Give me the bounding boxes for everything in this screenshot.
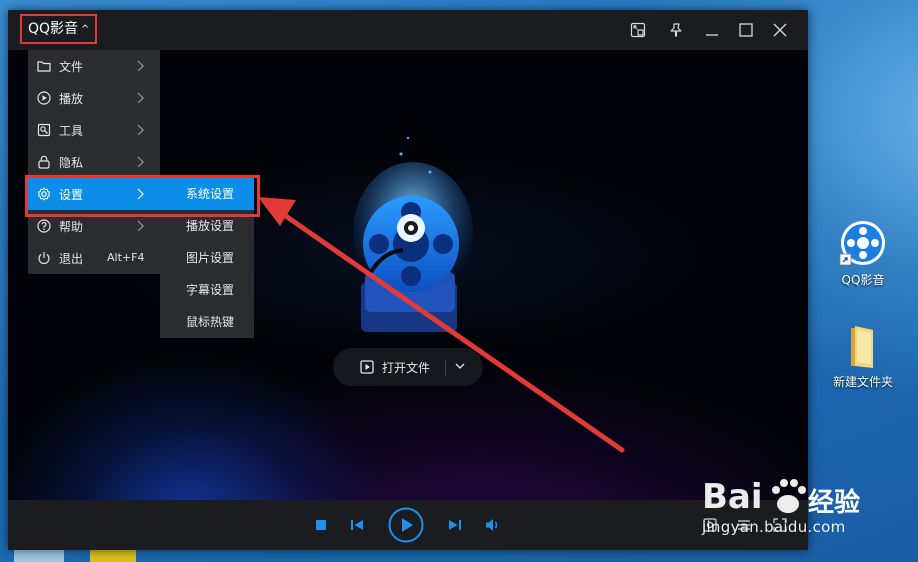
power-icon xyxy=(38,252,50,265)
screenshot-button[interactable] xyxy=(702,517,718,533)
mini-mode-button[interactable] xyxy=(626,18,650,42)
menu-item-help[interactable]: 帮助 xyxy=(28,210,160,242)
chevron-right-icon xyxy=(137,188,144,200)
caret-up-icon: ^ xyxy=(81,24,90,35)
fullscreen-icon xyxy=(773,518,787,532)
menu-item-privacy[interactable]: 隐私 xyxy=(28,146,160,178)
volume-button[interactable] xyxy=(484,516,502,534)
submenu-item-label: 图片设置 xyxy=(186,251,235,265)
chevron-right-icon xyxy=(137,60,144,72)
previous-button[interactable] xyxy=(348,516,366,534)
desktop-icon-qq-player[interactable]: QQ影音 xyxy=(826,218,900,288)
menu-item-label: 播放 xyxy=(59,92,84,106)
chevron-right-icon xyxy=(137,156,144,168)
pin-icon xyxy=(670,23,682,37)
pin-button[interactable] xyxy=(664,18,688,42)
control-bar xyxy=(8,500,808,550)
chevron-down-icon[interactable] xyxy=(455,362,465,370)
taskbar-item[interactable] xyxy=(14,548,64,562)
submenu-item-image-settings[interactable]: 图片设置 xyxy=(160,242,254,274)
menu-item-label: 工具 xyxy=(59,124,84,138)
main-menu: 文件 播放 工具 隐私 设置 帮助 退出 Alt+F4 xyxy=(28,50,160,274)
gear-icon xyxy=(37,187,51,201)
submenu-item-subtitle-settings[interactable]: 字幕设置 xyxy=(160,274,254,306)
divider xyxy=(445,360,446,376)
menu-item-file[interactable]: 文件 xyxy=(28,50,160,82)
desktop-icon-label: 新建文件夹 xyxy=(832,375,893,389)
shortcut-label: Alt+F4 xyxy=(107,251,145,264)
next-button[interactable] xyxy=(446,516,464,534)
screenshot-icon xyxy=(703,518,717,532)
menu-item-label: 帮助 xyxy=(59,220,84,234)
menu-item-label: 退出 xyxy=(59,252,84,266)
submenu-item-label: 字幕设置 xyxy=(186,283,235,297)
chevron-right-icon xyxy=(137,124,144,136)
close-icon xyxy=(773,23,787,37)
stop-button[interactable] xyxy=(312,516,330,534)
chevron-right-icon xyxy=(137,220,144,232)
menu-item-label: 隐私 xyxy=(59,156,84,170)
play-icon xyxy=(388,507,424,543)
next-icon xyxy=(449,520,461,530)
tools-icon xyxy=(37,123,51,137)
submenu-item-label: 播放设置 xyxy=(186,219,235,233)
maximize-button[interactable] xyxy=(734,18,758,42)
chevron-right-icon xyxy=(137,92,144,104)
menu-item-label: 设置 xyxy=(59,188,84,202)
help-icon xyxy=(37,219,51,233)
submenu-item-playback-settings[interactable]: 播放设置 xyxy=(160,210,254,242)
menu-item-label: 文件 xyxy=(59,60,84,74)
minimize-icon xyxy=(706,34,718,36)
maximize-icon xyxy=(739,23,753,37)
folder-icon xyxy=(851,326,873,368)
qq-player-shortcut-icon xyxy=(839,221,885,266)
submenu-item-label: 系统设置 xyxy=(186,187,235,201)
folder-icon xyxy=(37,61,51,72)
settings-submenu: 系统设置 播放设置 图片设置 字幕设置 鼠标热键 xyxy=(160,178,254,338)
title-bar: QQ影音 ^ xyxy=(8,10,808,50)
fullscreen-button[interactable] xyxy=(772,517,788,533)
open-file-label: 打开文件 xyxy=(382,361,431,375)
open-file-button[interactable]: 打开文件 xyxy=(333,348,483,386)
lock-icon xyxy=(38,155,50,169)
submenu-item-mouse-hotkeys[interactable]: 鼠标热键 xyxy=(160,306,254,338)
app-title: QQ影音 xyxy=(28,21,79,37)
play-circle-icon xyxy=(37,91,51,105)
submenu-item-system-settings[interactable]: 系统设置 xyxy=(160,178,254,210)
taskbar-item[interactable] xyxy=(90,548,136,562)
play-file-icon xyxy=(360,360,374,374)
previous-icon xyxy=(351,520,363,530)
volume-icon xyxy=(486,519,498,531)
menu-item-tools[interactable]: 工具 xyxy=(28,114,160,146)
submenu-item-label: 鼠标热键 xyxy=(186,315,235,329)
equalizer-icon xyxy=(738,520,750,530)
stop-icon xyxy=(316,520,326,530)
desktop-icon-new-folder[interactable]: 新建文件夹 xyxy=(826,324,900,390)
player-window: 打开文件 QQ影音 ^ 文件 播放 工具 隐私 设置 帮助 退出 Alt+F4 … xyxy=(8,10,808,550)
menu-item-exit[interactable]: 退出 Alt+F4 xyxy=(28,242,160,274)
play-button[interactable] xyxy=(388,507,424,543)
minimize-button[interactable] xyxy=(700,18,724,42)
menu-item-settings[interactable]: 设置 xyxy=(28,178,160,210)
equalizer-button[interactable] xyxy=(736,517,752,533)
app-menu-button[interactable]: QQ影音 ^ xyxy=(20,14,98,44)
menu-item-play[interactable]: 播放 xyxy=(28,82,160,114)
player-logo-illustration xyxy=(353,136,473,332)
mini-mode-icon xyxy=(630,22,646,38)
close-button[interactable] xyxy=(768,18,792,42)
desktop-icon-label: QQ影音 xyxy=(841,273,885,287)
